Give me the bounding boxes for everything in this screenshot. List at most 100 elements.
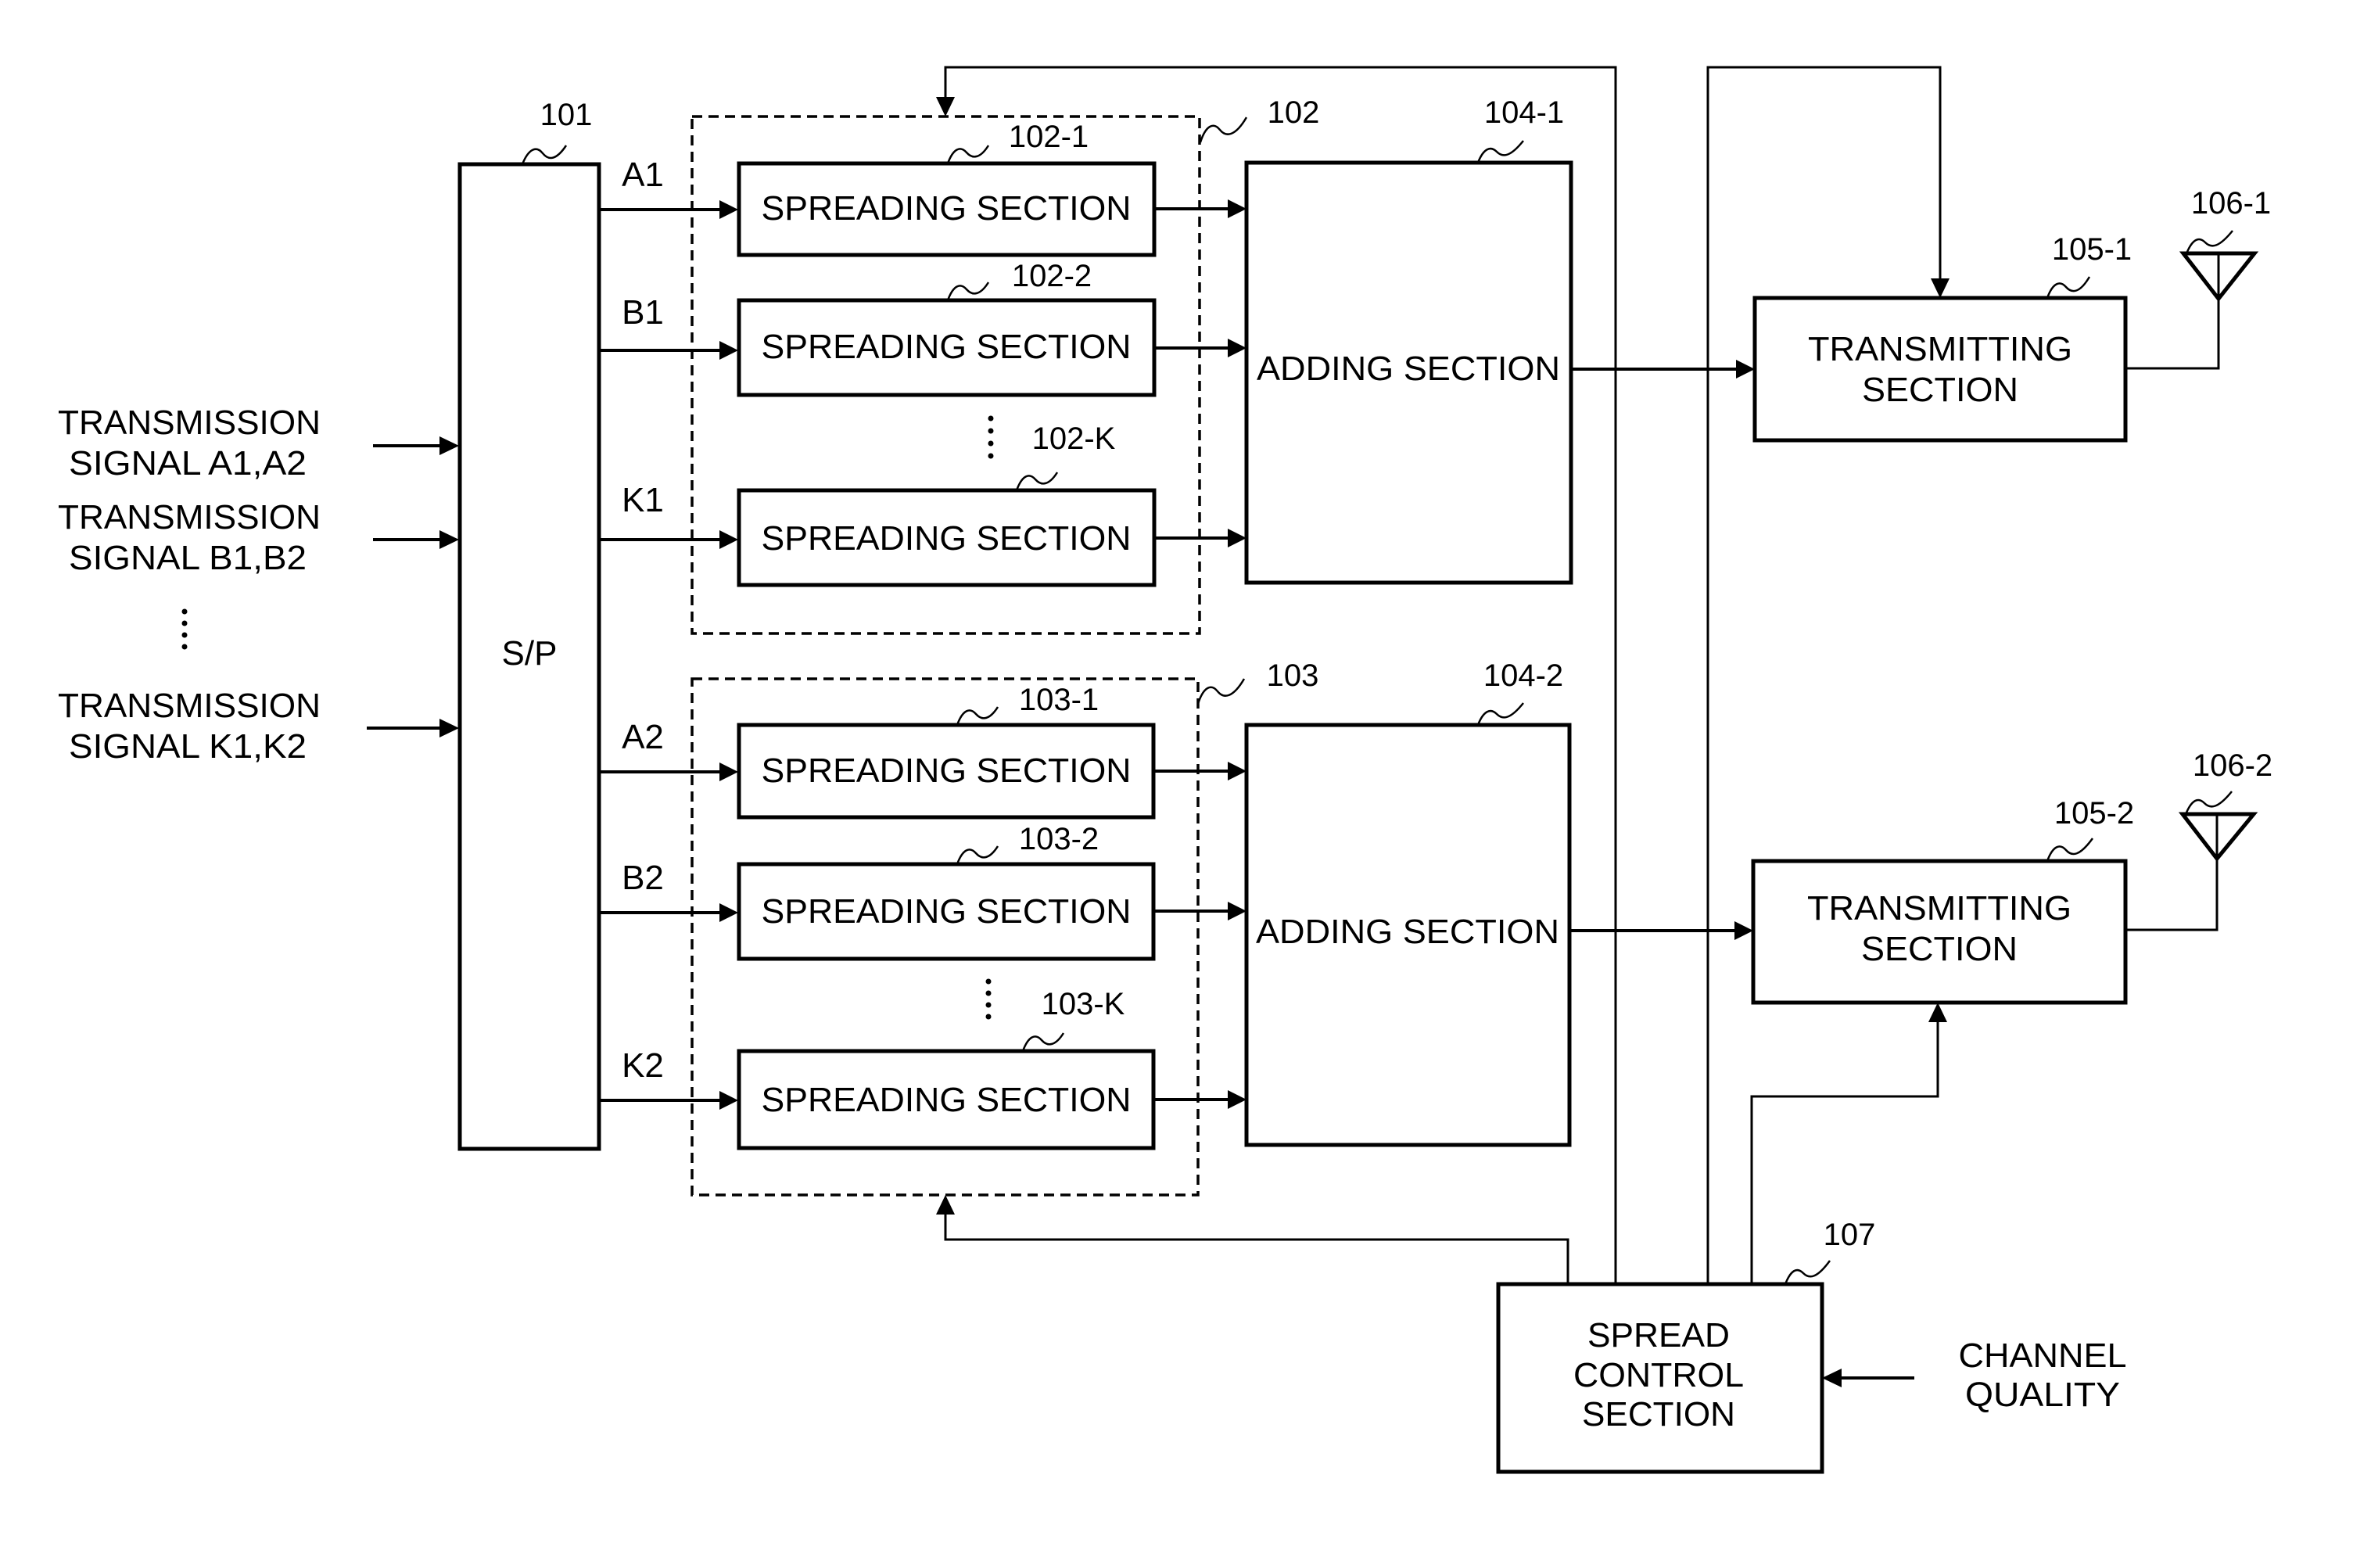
transmitter-105-2-antenna-feed: [2125, 859, 2219, 931]
spreading-group-103: 103 SPREADING SECTION 103-1 SPREADING SE…: [690, 658, 1319, 1197]
sp-converter-101: S/P 101: [457, 98, 601, 1151]
transmitter-105-1-ref: 105-1: [2052, 232, 2132, 267]
transmitter-105-2-line2: SECTION: [1861, 930, 2018, 968]
control-arrowhead-to-102: [936, 97, 955, 117]
arrowhead-103-2-out: [1228, 902, 1246, 920]
transmitter-105-2-line1: TRANSMITTING: [1807, 889, 2071, 928]
transmitter-105-2-leader: [2046, 838, 2094, 862]
spreader-103-1-label: SPREADING SECTION: [762, 752, 1132, 790]
control-line-to-105-1: [1706, 66, 1942, 1284]
input-signal-b: TRANSMISSION SIGNAL B1,B2: [58, 498, 459, 577]
adder-104-2-leader: [1476, 702, 1524, 726]
adder-104-1-label: ADDING SECTION: [1257, 350, 1560, 388]
sp-label: S/P: [502, 634, 558, 673]
ellipsis-dot: [181, 644, 188, 650]
group-103-ref-leader: [1196, 678, 1246, 705]
ellipsis-dot: [988, 415, 994, 422]
sp-output-label-b1: B1: [622, 293, 664, 332]
arrowhead-b2: [719, 903, 738, 922]
input-b-line2: SIGNAL B1,B2: [69, 539, 307, 577]
spreader-ellipsis-103: [985, 978, 992, 1020]
input-a-line1: TRANSMISSION: [58, 404, 321, 442]
sp-output-label-a2: A2: [622, 718, 664, 756]
sp-output-label-k1: K1: [622, 481, 664, 519]
input-a-line2: SIGNAL A1,A2: [69, 444, 307, 483]
ellipsis-dot: [181, 608, 188, 615]
antenna-106-1: 106-1: [2179, 186, 2271, 303]
spreader-103-2-ref: 103-2: [1019, 822, 1099, 856]
ellipsis-dot: [181, 620, 188, 626]
spreader-103-k-label: SPREADING SECTION: [762, 1081, 1132, 1119]
arrowhead-a1: [719, 200, 738, 219]
transmitter-105-1-leader: [2046, 276, 2091, 299]
adder-104-2-label: ADDING SECTION: [1256, 913, 1559, 951]
input-b-line1: TRANSMISSION: [58, 498, 321, 536]
ellipsis-dot: [985, 990, 992, 996]
block-diagram: TRANSMISSION SIGNAL A1,A2 TRANSMISSION S…: [0, 0, 2371, 1568]
adder-104-2-output-arrowhead: [1734, 921, 1753, 940]
spreader-102-2-ref: 102-2: [1012, 259, 1092, 293]
spreader-103-1-leader: [956, 706, 999, 726]
ellipsis-dot: [988, 428, 994, 434]
group-102-ref-leader: [1199, 117, 1248, 143]
transmitter-105-1: TRANSMITTING SECTION 105-1: [1752, 232, 2220, 443]
ellipsis-dot: [988, 453, 994, 459]
adder-104-2: ADDING SECTION 104-2: [1244, 658, 1753, 1147]
control-line-to-103: [944, 1214, 1569, 1284]
spread-control-line1: SPREAD: [1587, 1316, 1730, 1355]
spreader-103-k-leader: [1021, 1032, 1065, 1052]
adder-104-1-leader: [1476, 140, 1524, 163]
sp-outputs-group2: A2 B2 K2: [599, 718, 738, 1110]
spreader-102-2: SPREADING SECTION 102-2: [737, 259, 1246, 397]
input-k-arrowhead: [439, 719, 459, 737]
sp-output-label-a1: A1: [622, 156, 664, 194]
spreader-102-k-label: SPREADING SECTION: [762, 519, 1132, 558]
antenna-106-2-leader: [2185, 791, 2233, 813]
adder-104-1-output-arrowhead: [1736, 360, 1755, 379]
sp-ref: 101: [540, 98, 593, 132]
arrowhead-a2: [719, 762, 738, 781]
arrowhead-b1: [719, 341, 738, 360]
sp-outputs-group1: A1 B1 K1: [599, 156, 738, 549]
ellipsis-dot: [988, 440, 994, 447]
arrowhead-102-2-out: [1228, 339, 1246, 357]
transmitter-105-2-ref: 105-2: [2054, 796, 2134, 831]
spreader-103-k-ref: 103-K: [1042, 987, 1125, 1021]
spreader-103-2: SPREADING SECTION 103-2: [737, 822, 1246, 961]
adder-104-1-ref: 104-1: [1484, 95, 1564, 130]
spreader-ellipsis-102: [988, 415, 994, 459]
antenna-106-2-ref: 106-2: [2193, 748, 2272, 783]
arrowhead-103-k-out: [1228, 1090, 1246, 1109]
transmitter-105-2: TRANSMITTING SECTION 105-2: [1751, 796, 2219, 1005]
antenna-106-1-leader: [2186, 230, 2233, 253]
antenna-106-1-ref: 106-1: [2191, 186, 2271, 221]
spreader-103-1: SPREADING SECTION 103-1: [737, 683, 1246, 820]
transmitter-105-1-line2: SECTION: [1862, 371, 2018, 409]
control-arrowhead-to-103: [936, 1195, 955, 1215]
spreader-103-2-leader: [956, 845, 999, 865]
spreader-102-2-label: SPREADING SECTION: [762, 328, 1132, 366]
group-103-ref: 103: [1267, 658, 1319, 693]
spreader-103-2-label: SPREADING SECTION: [762, 892, 1132, 931]
spreader-102-1: SPREADING SECTION 102-1: [737, 120, 1246, 257]
arrowhead-102-k-out: [1228, 529, 1246, 547]
sp-output-label-k2: K2: [622, 1046, 664, 1085]
input-signal-k: TRANSMISSION SIGNAL K1,K2: [58, 687, 459, 766]
control-arrowhead-to-105-2: [1928, 1003, 1947, 1022]
spreader-102-k-leader: [1015, 472, 1059, 491]
channel-quality-line2: QUALITY: [1965, 1376, 2120, 1414]
spread-control-leader: [1784, 1260, 1831, 1285]
spread-control-ref: 107: [1824, 1218, 1876, 1252]
channel-quality-line1: CHANNEL: [1959, 1337, 2127, 1375]
channel-quality-arrowhead: [1822, 1369, 1842, 1387]
transmitter-105-1-box: [1752, 296, 2128, 443]
spreader-103-k: SPREADING SECTION 103-K: [737, 987, 1246, 1150]
ellipsis-dot: [985, 1002, 992, 1008]
channel-quality-input: CHANNEL QUALITY: [1822, 1337, 2127, 1414]
antenna-106-2: 106-2: [2178, 748, 2272, 863]
arrowhead-102-1-out: [1228, 199, 1246, 218]
spread-control-107: SPREAD CONTROL SECTION 107: [1496, 1218, 1876, 1474]
spread-control-line2: CONTROL: [1573, 1356, 1744, 1394]
input-k-line2: SIGNAL K1,K2: [69, 727, 307, 766]
input-k-line1: TRANSMISSION: [58, 687, 321, 725]
